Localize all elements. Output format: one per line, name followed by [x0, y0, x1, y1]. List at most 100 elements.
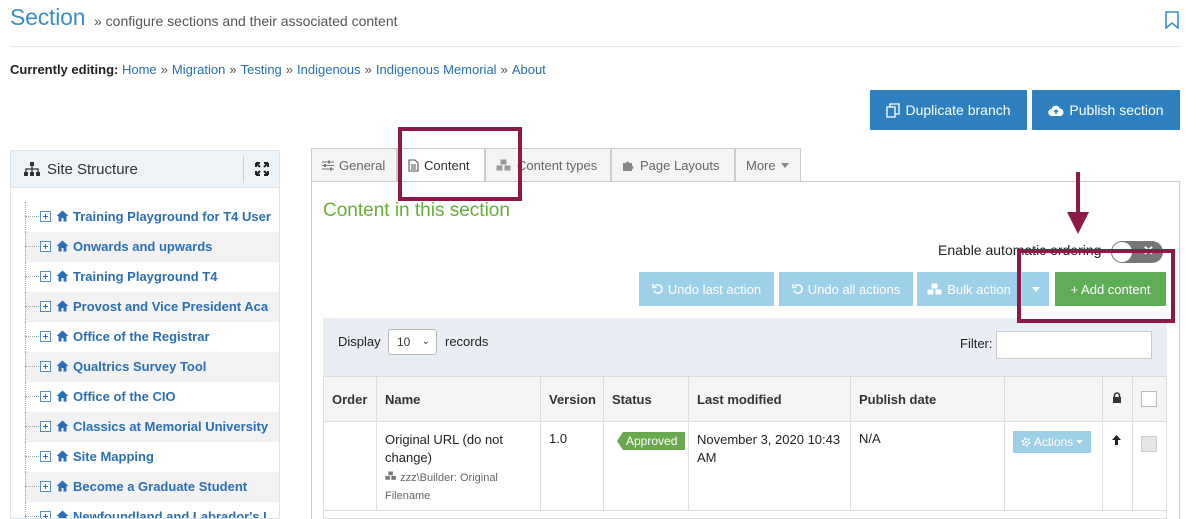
site-tree-item-label: Provost and Vice President Aca [73, 299, 269, 314]
expand-plus-icon[interactable] [40, 271, 51, 282]
expand-plus-icon[interactable] [40, 301, 51, 312]
row-name-cell: Original URL (do not change) zzz\Builder… [377, 423, 541, 511]
site-tree-item[interactable]: Become a Graduate Student [25, 472, 279, 502]
cloud-upload-icon [1048, 105, 1064, 116]
tab-general[interactable]: General [311, 148, 397, 182]
filter-label: Filter: [960, 336, 993, 351]
site-tree-item-label: Newfoundland and Labrador's I [73, 509, 267, 519]
breadcrumb-indigenous-memorial[interactable]: Indigenous Memorial [376, 62, 497, 77]
site-tree-item-label: Become a Graduate Student [73, 479, 248, 494]
expand-plus-icon[interactable] [40, 421, 51, 432]
filter-input[interactable] [996, 331, 1152, 359]
undo-last-action-button[interactable]: Undo last action [639, 272, 774, 306]
expand-plus-icon[interactable] [40, 391, 51, 402]
site-tree-item-label: Classics at Memorial University [73, 419, 269, 434]
expand-plus-icon[interactable] [40, 511, 51, 518]
breadcrumb-separator: » [229, 62, 237, 77]
home-icon [56, 390, 69, 402]
cubes-icon [385, 471, 396, 480]
column-status[interactable]: Status [604, 377, 689, 422]
column-name[interactable]: Name [377, 377, 541, 422]
bookmark-icon[interactable] [1164, 11, 1180, 29]
site-tree-item[interactable]: Newfoundland and Labrador's I [25, 502, 279, 519]
row-select-checkbox[interactable] [1141, 436, 1157, 452]
select-all-checkbox[interactable] [1141, 391, 1157, 407]
breadcrumb-home[interactable]: Home [122, 62, 157, 77]
breadcrumb-separator: » [500, 62, 508, 77]
site-structure-title: Site Structure [47, 161, 138, 178]
undo-all-actions-button[interactable]: Undo all actions [779, 272, 913, 306]
expand-plus-icon[interactable] [40, 361, 51, 372]
chevron-down-icon: ⌄ [421, 336, 430, 347]
duplicate-branch-button[interactable]: Duplicate branch [870, 90, 1027, 130]
publish-section-button[interactable]: Publish section [1032, 90, 1180, 130]
duplicate-branch-label: Duplicate branch [905, 102, 1011, 118]
breadcrumb-about[interactable]: About [512, 62, 546, 77]
home-icon [56, 420, 69, 432]
column-last-modified[interactable]: Last modified [689, 377, 851, 422]
expand-plus-icon[interactable] [40, 211, 51, 222]
status-badge: Approved [617, 432, 686, 450]
site-tree-item[interactable]: Training Playground T4 [25, 262, 279, 292]
expand-plus-icon[interactable] [40, 331, 51, 342]
tree-connector [25, 366, 41, 367]
site-tree-item[interactable]: Training Playground for T4 User [25, 202, 279, 232]
tree-guide-line [25, 232, 26, 262]
site-tree-item-label: Onwards and upwards [73, 239, 213, 254]
site-tree-item[interactable]: Site Mapping [25, 442, 279, 472]
content-heading: Content in this section [323, 200, 510, 221]
column-actions [1005, 377, 1103, 422]
tab-more[interactable]: More [735, 148, 801, 182]
site-tree-item[interactable]: Office of the Registrar [25, 322, 279, 352]
tree-connector [25, 516, 41, 517]
column-version[interactable]: Version [541, 377, 604, 422]
breadcrumb: Currently editing: Home» Migration» Testin… [10, 62, 546, 77]
bulk-action-button[interactable]: Bulk action [917, 272, 1021, 306]
home-icon [56, 480, 69, 492]
records-per-page-select[interactable]: 10 ⌄ [388, 329, 437, 355]
site-tree-item[interactable]: Office of the CIO [25, 382, 279, 412]
row-move-cell [1103, 423, 1133, 511]
tree-connector [25, 306, 41, 307]
expand-icon[interactable] [255, 162, 269, 176]
display-label: Display [338, 334, 381, 349]
undo-last-label: Undo last action [667, 281, 762, 297]
arrow-up-icon[interactable] [1111, 434, 1122, 446]
breadcrumb-indigenous[interactable]: Indigenous [297, 62, 361, 77]
site-tree-item[interactable]: Provost and Vice President Aca [25, 292, 279, 322]
breadcrumb-testing[interactable]: Testing [241, 62, 282, 77]
tree-guide-line [25, 442, 26, 472]
home-icon [56, 330, 69, 342]
expand-plus-icon[interactable] [40, 451, 51, 462]
site-tree-item-label: Site Mapping [73, 449, 154, 464]
highlight-box-content-tab [398, 127, 522, 201]
puzzle-icon [623, 161, 634, 171]
site-tree-item-label: Training Playground T4 [73, 269, 218, 284]
site-tree-item-label: Training Playground for T4 User [73, 209, 271, 224]
row-actions-button[interactable]: Actions [1013, 431, 1091, 453]
page-title: Section [10, 4, 86, 30]
site-tree-item[interactable]: Classics at Memorial University [25, 412, 279, 442]
home-icon [56, 510, 69, 518]
site-tree-item[interactable]: Onwards and upwards [25, 232, 279, 262]
row-name[interactable]: Original URL (do not change) [385, 431, 525, 467]
breadcrumb-migration[interactable]: Migration [172, 62, 225, 77]
home-icon [56, 210, 69, 222]
row-content-type: zzz\Builder: Original Filename [385, 469, 525, 505]
home-icon [56, 270, 69, 282]
column-lock [1103, 377, 1133, 422]
column-select [1133, 377, 1166, 422]
column-order[interactable]: Order [324, 377, 377, 422]
home-icon [56, 450, 69, 462]
tab-page-layouts[interactable]: Page Layouts [611, 148, 735, 182]
header-separator [243, 156, 244, 183]
tree-guide-line [25, 202, 26, 232]
expand-plus-icon[interactable] [40, 241, 51, 252]
expand-plus-icon[interactable] [40, 481, 51, 492]
tree-connector [25, 216, 41, 217]
publish-section-label: Publish section [1069, 102, 1164, 118]
column-publish-date[interactable]: Publish date [851, 377, 1005, 422]
tree-guide-line [25, 382, 26, 412]
row-publish-date: N/A [851, 423, 1005, 511]
site-tree-item[interactable]: Qualtrics Survey Tool [25, 352, 279, 382]
